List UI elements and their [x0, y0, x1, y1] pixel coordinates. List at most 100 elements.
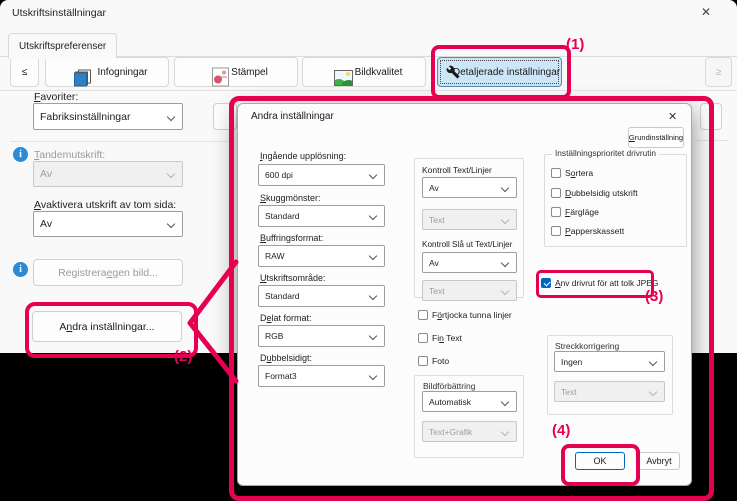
color-mode-label: Färgläge [565, 207, 599, 217]
blank-page-select[interactable]: Av [33, 211, 183, 237]
close-icon[interactable]: ✕ [668, 110, 677, 123]
chevron-down-icon [501, 215, 509, 223]
text-lines-target-select: Text [422, 209, 517, 230]
collate-row: Sortera [551, 168, 593, 178]
annotation-step3-number: (3) [645, 288, 663, 305]
right-divider [695, 140, 728, 141]
duplex-checkbox[interactable] [551, 188, 561, 198]
favorites-value: Fabriksinställningar [40, 111, 130, 123]
text-lines-control-label: Kontroll Text/Linjer [422, 165, 492, 175]
photo-checkbox[interactable] [418, 356, 428, 366]
dialog-title: Andra inställningar [251, 111, 334, 122]
split-format-label: Delat format: [260, 313, 312, 323]
shading-pattern-label: Skuggmönster: [260, 193, 321, 203]
duplex-row: Dubbelsidig utskrift [551, 188, 638, 198]
spool-format-value: RAW [265, 251, 285, 261]
default-settings-button[interactable]: Grundinställning [628, 127, 684, 148]
info-icon [13, 147, 28, 162]
collate-checkbox[interactable] [551, 168, 561, 178]
toolbar-detailed-settings-label: Detaljerade inställningar [453, 67, 560, 78]
knockout-control-label: Kontroll Slå ut Text/Linjer [422, 240, 512, 249]
image-icon [334, 70, 353, 86]
barcode-value: Ingen [561, 357, 582, 367]
chevron-down-icon [649, 357, 657, 365]
image-enhancement-select[interactable]: Automatisk [422, 391, 517, 412]
chevron-down-icon [369, 292, 377, 300]
split-format-select[interactable]: RGB [258, 325, 385, 347]
chevron-down-icon [369, 171, 377, 179]
paper-tray-checkbox[interactable] [551, 226, 561, 236]
collate-label: Sortera [565, 168, 593, 178]
close-icon[interactable]: ✕ [701, 5, 711, 19]
duplex-label: Dubbelsidig utskrift [565, 188, 638, 198]
color-mode-checkbox[interactable] [551, 207, 561, 217]
photo-label: Foto [432, 356, 449, 366]
thicken-fine-lines-checkbox[interactable] [418, 310, 428, 320]
color-mode-row: Färgläge [551, 207, 599, 217]
fine-text-row: Fin Text [418, 333, 462, 343]
spool-format-label: Buffringsformat: [260, 233, 323, 243]
image-enhancement-title: Bildförbättring [423, 381, 475, 391]
tab-printing-preferences[interactable]: Utskriftspreferenser [8, 33, 117, 59]
printable-area-select[interactable]: Standard [258, 285, 385, 307]
annotation-step4-number: (4) [552, 422, 570, 439]
image-enhancement-target-value: Text+Grafik [429, 427, 472, 437]
tandem-label: Tandemutskrift: [34, 149, 105, 161]
printable-area-value: Standard [265, 291, 300, 301]
toolbar-detailed-settings-button[interactable]: Detaljerade inställningar [437, 57, 562, 87]
ok-button[interactable]: OK [575, 452, 625, 470]
driver-priority-title: Inställningsprioritet drivrutin [552, 148, 659, 158]
paper-tray-row: Papperskassett [551, 226, 624, 236]
partially-hidden-button-right[interactable] [700, 103, 722, 130]
printable-area-label: Utskriftsområde: [260, 273, 326, 283]
jpeg-driver-label: Anv drivrut för att tolk JPEG [555, 278, 658, 288]
other-settings-button[interactable]: Andra inställningar... [32, 311, 182, 342]
input-resolution-select[interactable]: 600 dpi [258, 164, 385, 186]
split-format-value: RGB [265, 331, 283, 341]
stamp-icon [212, 67, 229, 86]
duplex-style-select[interactable]: Format3 [258, 365, 385, 387]
duplex-style-value: Format3 [265, 371, 297, 381]
image-enhancement-target-select: Text+Grafik [422, 421, 517, 442]
duplex-style-label: Dubbelsidigt: [260, 353, 312, 363]
knockout-control-select[interactable]: Av [422, 252, 517, 273]
partially-hidden-button-left[interactable] [213, 103, 237, 130]
wrench-icon [446, 65, 460, 79]
chevron-down-icon [501, 427, 509, 435]
toolbar-prev-button[interactable]: ≤ [10, 57, 39, 87]
text-lines-control-select[interactable]: Av [422, 177, 517, 198]
jpeg-driver-checkbox[interactable] [541, 278, 551, 288]
text-lines-target-value: Text [429, 215, 445, 225]
image-enhancement-value: Automatisk [429, 397, 471, 407]
favorites-select[interactable]: Fabriksinställningar [33, 103, 183, 130]
toolbar-stamp-button[interactable]: Stämpel [174, 57, 298, 87]
chevron-down-icon [369, 332, 377, 340]
info-icon [13, 262, 28, 277]
knockout-target-value: Text [429, 286, 445, 296]
toolbar-image-quality-button[interactable]: Bildkvalitet [302, 57, 426, 87]
thicken-fine-lines-label: Förtjocka tunna linjer [432, 310, 512, 320]
fine-text-checkbox[interactable] [418, 333, 428, 343]
chevron-down-icon [501, 183, 509, 191]
image-enhancement-group: Bildförbättring [414, 375, 524, 458]
jpeg-driver-row: Anv drivrut för att tolk JPEG [541, 278, 658, 288]
input-resolution-value: 600 dpi [265, 170, 293, 180]
fine-text-label: Fin Text [432, 333, 462, 343]
barcode-select[interactable]: Ingen [554, 351, 665, 372]
chevron-down-icon [501, 397, 509, 405]
chevron-down-icon [167, 112, 175, 120]
chevron-down-icon [369, 372, 377, 380]
toolbar-divider [0, 90, 737, 91]
toolbar-stamp-label: Stämpel [231, 67, 268, 78]
toolbar-image-quality-label: Bildkvalitet [355, 67, 403, 78]
toolbar-insertions-button[interactable]: Infogningar [45, 57, 169, 87]
chevron-down-icon [167, 220, 175, 228]
register-image-button: Registrera egen bild... [33, 259, 183, 286]
spool-format-select[interactable]: RAW [258, 245, 385, 267]
paper-tray-label: Papperskassett [565, 226, 624, 236]
toolbar-next-button[interactable]: ≥ [705, 57, 732, 87]
window-title: Utskriftsinställningar [12, 7, 106, 19]
shading-pattern-select[interactable]: Standard [258, 205, 385, 227]
other-settings-dialog: Andra inställningar ✕ Grundinställning I… [237, 103, 692, 486]
cancel-button[interactable]: Avbryt [638, 452, 680, 470]
